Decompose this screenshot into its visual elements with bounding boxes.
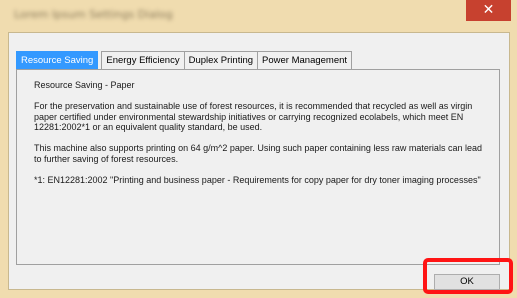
title-bar[interactable]: Lorem Ipsum Settings Dialog ✕ <box>0 0 517 32</box>
content-paragraph-recycled-paper: For the preservation and sustainable use… <box>34 101 473 132</box>
close-button[interactable]: ✕ <box>466 0 511 21</box>
tab-resource-saving[interactable]: Resource Saving <box>16 51 99 69</box>
close-icon: ✕ <box>482 2 495 18</box>
tab-energy-efficiency[interactable]: Energy Efficiency <box>101 51 185 69</box>
dialog-window: Lorem Ipsum Settings Dialog ✕ Resource S… <box>0 0 517 298</box>
tab-power-management[interactable]: Power Management <box>257 51 353 69</box>
ok-button-highlight-box <box>423 258 513 294</box>
content-heading: Resource Saving - Paper <box>34 80 135 90</box>
tab-duplex-printing[interactable]: Duplex Printing <box>183 51 259 69</box>
content-footnote: *1: EN12281:2002 "Printing and business … <box>34 174 481 185</box>
window-title: Lorem Ipsum Settings Dialog <box>14 8 173 21</box>
content-paragraph-64gsm: This machine also supports printing on 6… <box>34 143 482 164</box>
tab-strip: Resource Saving Energy Efficiency Duplex… <box>16 51 353 69</box>
tab-content: Resource Saving - Paper For the preserva… <box>34 80 486 196</box>
